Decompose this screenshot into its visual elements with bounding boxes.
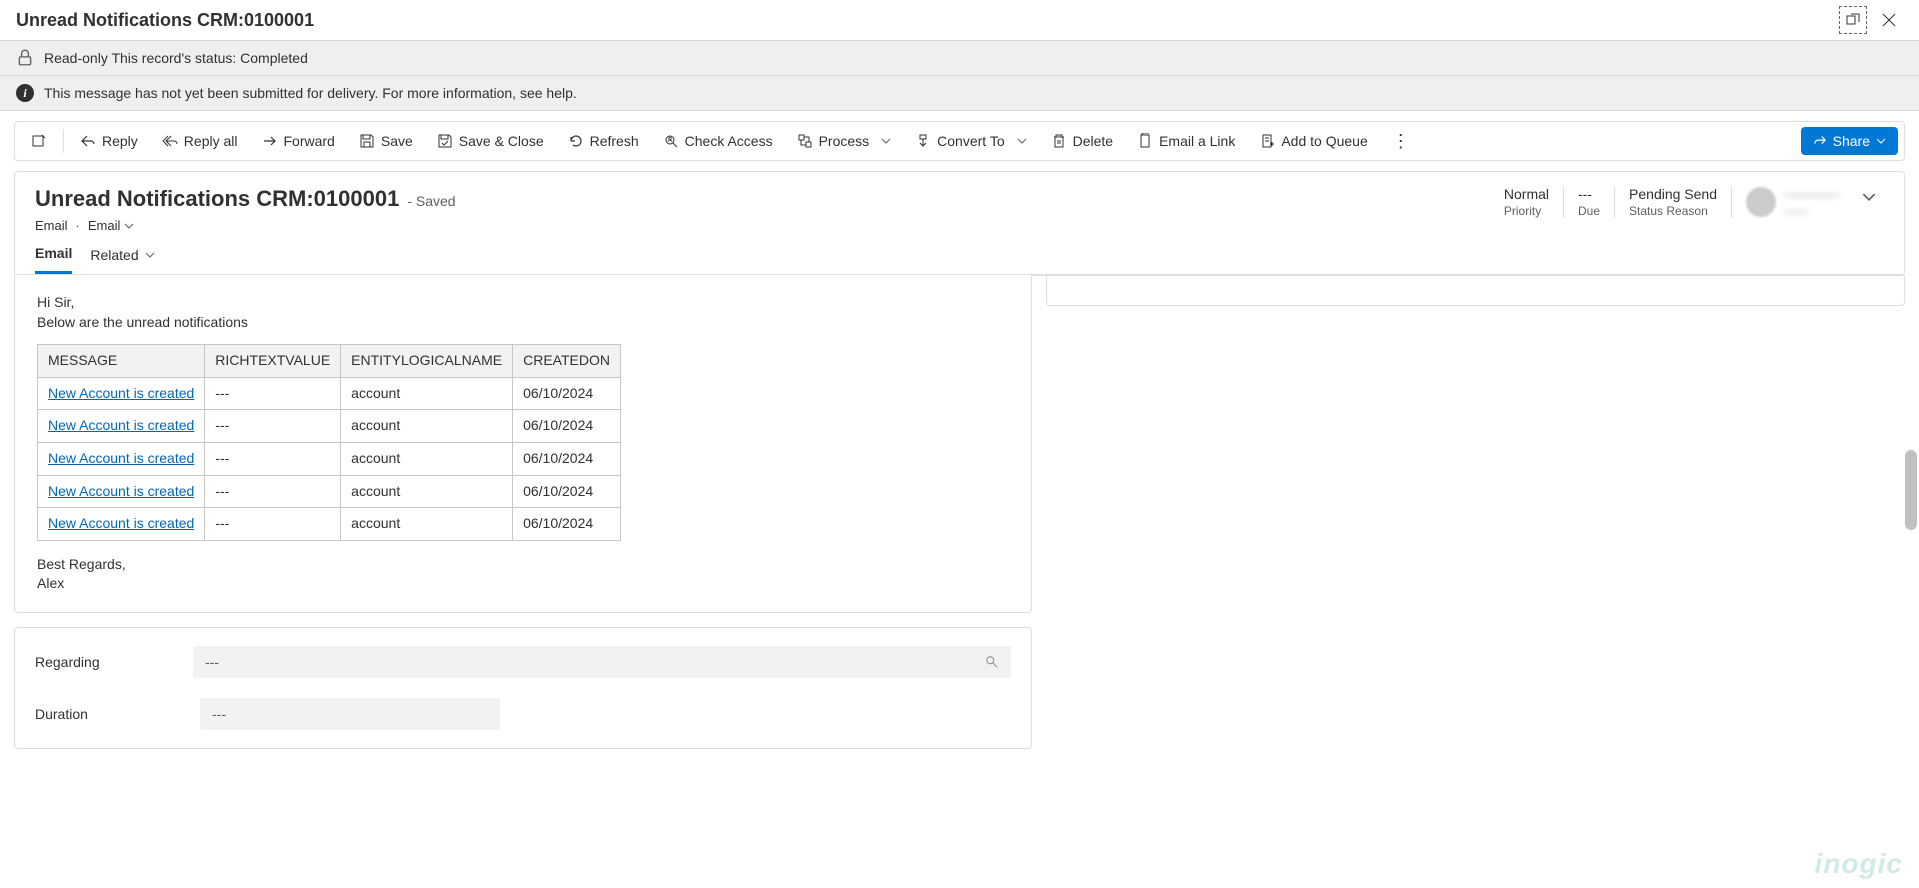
reply-all-button[interactable]: Reply all <box>152 127 248 155</box>
notification-link[interactable]: New Account is created <box>48 417 194 433</box>
save-close-icon <box>437 133 453 149</box>
refresh-button[interactable]: Refresh <box>558 127 649 155</box>
side-panel <box>1046 276 1905 306</box>
add-queue-button[interactable]: Add to Queue <box>1249 127 1377 155</box>
intro: Below are the unread notifications <box>37 313 1009 333</box>
tab-related[interactable]: Related <box>90 245 154 274</box>
email-link-icon <box>1137 133 1153 149</box>
reply-icon <box>80 133 96 149</box>
email-body: Hi Sir, Below are the unread notificatio… <box>14 275 1032 613</box>
header-expand[interactable] <box>1854 186 1884 211</box>
notification-link[interactable]: New Account is created <box>48 450 194 466</box>
form-selector[interactable]: Email <box>88 218 135 233</box>
table-row: New Account is created---account06/10/20… <box>38 442 621 475</box>
process-icon <box>797 133 813 149</box>
new-icon <box>31 133 47 149</box>
titlebar: Unread Notifications CRM:0100001 <box>0 0 1919 40</box>
delivery-infobar: i This message has not yet been submitte… <box>0 76 1919 111</box>
info-icon: i <box>16 84 34 102</box>
delivery-text: This message has not yet been submitted … <box>44 85 577 101</box>
table-row: New Account is created---account06/10/20… <box>38 377 621 410</box>
watermark: inogic <box>1815 848 1903 880</box>
refresh-icon <box>568 133 584 149</box>
notification-link[interactable]: New Account is created <box>48 483 194 499</box>
popout-button[interactable] <box>1839 6 1867 34</box>
col-entity: ENTITYLOGICALNAME <box>341 345 513 378</box>
fields-section: Regarding --- Duration --- <box>14 627 1032 749</box>
share-icon <box>1813 134 1827 148</box>
forward-icon <box>262 133 278 149</box>
owner-block[interactable]: ———— —— <box>1746 186 1840 218</box>
col-richtext: RICHTEXTVALUE <box>205 345 341 378</box>
saved-status: - Saved <box>407 193 455 209</box>
close-icon <box>1882 13 1896 27</box>
share-button[interactable]: Share <box>1801 127 1898 155</box>
chevron-down-icon <box>1862 190 1876 204</box>
readonly-infobar: Read-only This record's status: Complete… <box>0 40 1919 76</box>
priority-label: Priority <box>1504 204 1549 218</box>
notification-link[interactable]: New Account is created <box>48 385 194 401</box>
notification-link[interactable]: New Account is created <box>48 515 194 531</box>
email-link-button[interactable]: Email a Link <box>1127 127 1245 155</box>
entity-label: Email <box>35 218 68 233</box>
readonly-text: Read-only This record's status: Complete… <box>44 50 308 66</box>
delete-button[interactable]: Delete <box>1041 127 1123 155</box>
duration-label: Duration <box>35 706 200 722</box>
col-message: MESSAGE <box>38 345 205 378</box>
chevron-down-icon <box>145 250 155 260</box>
window-title: Unread Notifications CRM:0100001 <box>16 10 314 31</box>
chevron-down-icon <box>881 136 891 146</box>
due-label: Due <box>1578 204 1600 218</box>
owner-name: ———— <box>1784 186 1840 202</box>
save-button[interactable]: Save <box>349 127 423 155</box>
check-access-button[interactable]: Check Access <box>653 127 783 155</box>
form-container: Unread Notifications CRM:0100001 - Saved… <box>14 171 1905 276</box>
overflow-menu[interactable]: ⋮ <box>1382 126 1420 156</box>
notifications-table: MESSAGE RICHTEXTVALUE ENTITYLOGICALNAME … <box>37 344 621 541</box>
duration-input[interactable]: --- <box>200 698 500 730</box>
popout-icon <box>1845 12 1861 28</box>
priority-value: Normal <box>1504 186 1549 202</box>
trash-icon <box>1051 133 1067 149</box>
command-bar: Reply Reply all Forward Save Save & Clos… <box>14 121 1905 161</box>
forward-button[interactable]: Forward <box>252 127 345 155</box>
status-value: Pending Send <box>1629 186 1717 202</box>
status-label: Status Reason <box>1629 204 1717 218</box>
avatar <box>1746 187 1776 217</box>
convert-icon <box>915 133 931 149</box>
greeting: Hi Sir, <box>37 293 1009 313</box>
close-button[interactable] <box>1875 6 1903 34</box>
table-row: New Account is created---account06/10/20… <box>38 508 621 541</box>
chevron-down-icon <box>124 221 134 231</box>
tab-email[interactable]: Email <box>35 245 72 274</box>
tabs: Email Related <box>15 233 1904 275</box>
col-created: CREATEDON <box>513 345 621 378</box>
save-icon <box>359 133 375 149</box>
new-activity-button[interactable] <box>21 127 57 155</box>
regarding-label: Regarding <box>35 654 193 670</box>
convert-to-button[interactable]: Convert To <box>905 127 1036 155</box>
save-close-button[interactable]: Save & Close <box>427 127 554 155</box>
regards-line1: Best Regards, <box>37 555 1009 575</box>
due-value: --- <box>1578 186 1600 202</box>
record-title: Unread Notifications CRM:0100001 <box>35 186 399 212</box>
owner-sub: —— <box>1784 204 1840 218</box>
regarding-input[interactable]: --- <box>193 646 1011 678</box>
search-icon <box>985 655 999 669</box>
chevron-down-icon <box>1876 136 1886 146</box>
chevron-down-icon <box>1017 136 1027 146</box>
scrollbar[interactable] <box>1905 450 1917 530</box>
queue-icon <box>1259 133 1275 149</box>
reply-all-icon <box>162 133 178 149</box>
table-row: New Account is created---account06/10/20… <box>38 410 621 443</box>
check-access-icon <box>663 133 679 149</box>
process-button[interactable]: Process <box>787 127 902 155</box>
table-row: New Account is created---account06/10/20… <box>38 475 621 508</box>
lock-icon <box>16 49 34 67</box>
reply-button[interactable]: Reply <box>70 127 148 155</box>
regards-line2: Alex <box>37 574 1009 594</box>
